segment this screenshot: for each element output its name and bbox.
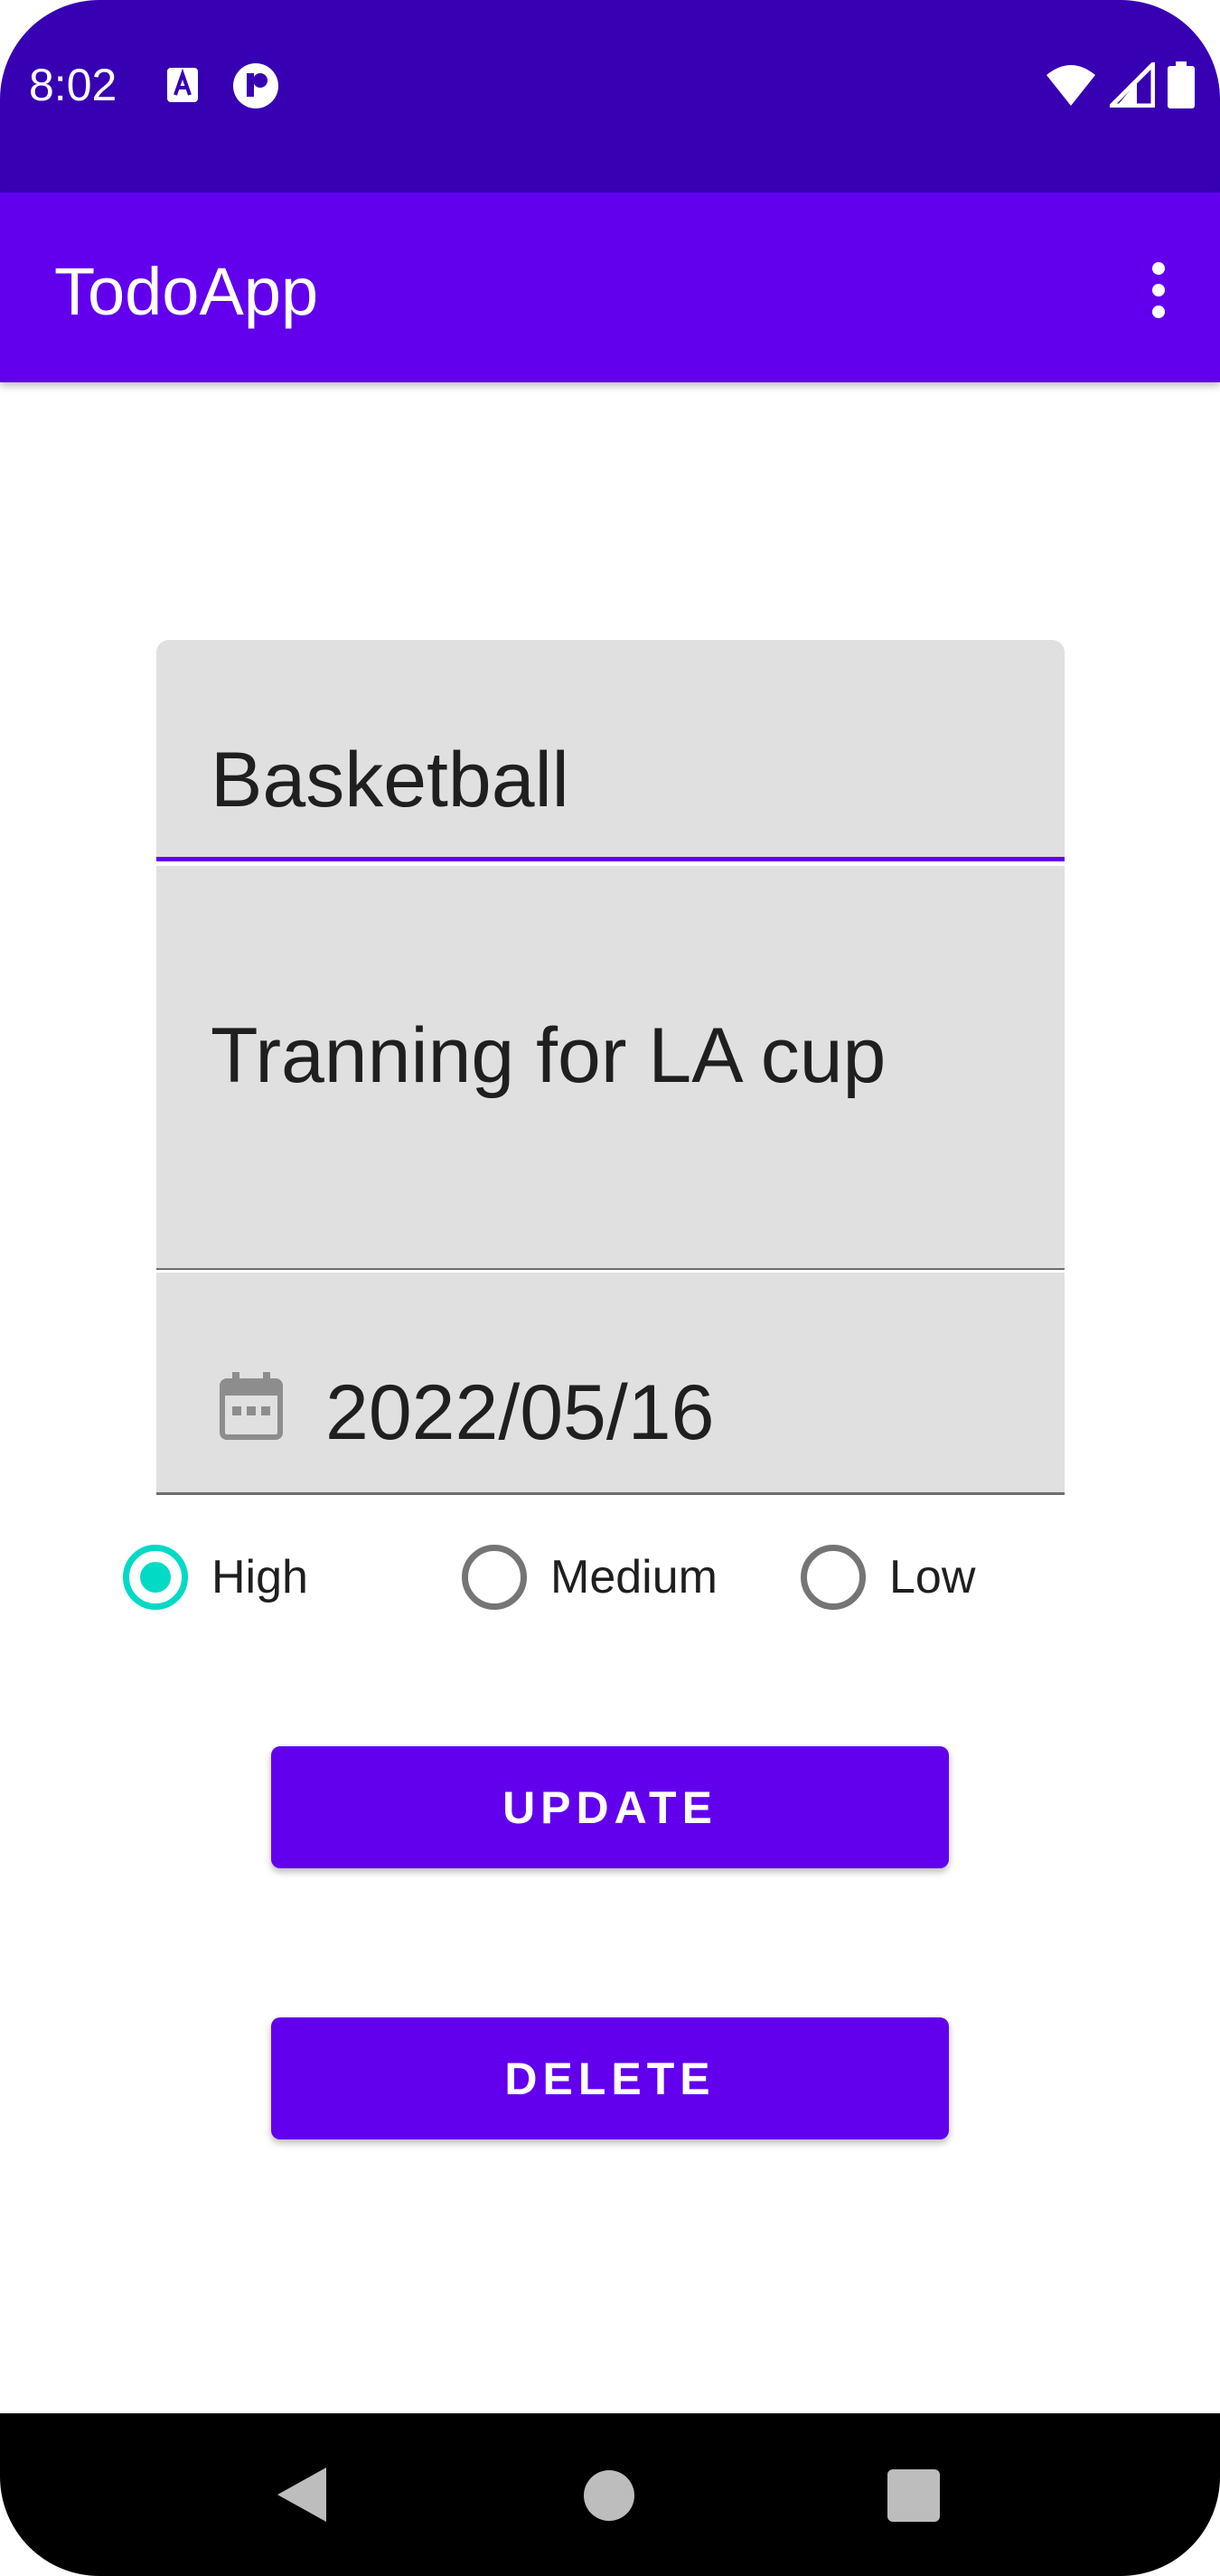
priority-label-high: High: [211, 1551, 308, 1603]
priority-radio-high[interactable]: High: [123, 1537, 308, 1618]
cell-signal-icon: [1110, 62, 1155, 108]
update-button[interactable]: UPDATE: [271, 1746, 949, 1868]
priority-radio-low[interactable]: Low: [801, 1537, 975, 1618]
priority-label-low: Low: [889, 1551, 976, 1603]
app-title: TodoApp: [54, 254, 319, 329]
status-icons: [1045, 56, 1195, 114]
date-field-value: 2022/05/16: [325, 1369, 715, 1456]
recents-icon[interactable]: [887, 2469, 940, 2522]
description-field-value: Tranning for LA cup: [211, 1012, 887, 1099]
radio-checked-icon: [123, 1545, 188, 1610]
title-field-value: Basketball: [211, 737, 569, 823]
menu-dot: [1152, 262, 1165, 275]
status-time: 8:02: [29, 60, 117, 110]
wifi-icon: [1046, 65, 1095, 106]
calendar-icon: [220, 1372, 283, 1440]
home-icon[interactable]: [584, 2470, 634, 2521]
device-screen: 8:02 TodoApp Basketball Tranning for LA …: [0, 0, 1220, 2576]
delete-button[interactable]: DELETE: [271, 2017, 949, 2139]
battery-icon: [1168, 61, 1195, 108]
date-field[interactable]: 2022/05/16: [156, 1273, 1065, 1495]
app-bar: TodoApp: [0, 193, 1220, 382]
radio-unchecked-icon: [462, 1545, 527, 1610]
back-icon[interactable]: [274, 2466, 328, 2524]
menu-dot: [1152, 284, 1165, 296]
priority-label-medium: Medium: [550, 1551, 718, 1603]
radio-unchecked-icon: [801, 1545, 866, 1610]
accessibility-a-icon: [167, 68, 198, 102]
title-field[interactable]: Basketball: [156, 640, 1065, 861]
status-bar: 8:02: [0, 0, 1220, 193]
priority-radio-medium[interactable]: Medium: [462, 1537, 718, 1618]
menu-dot: [1152, 306, 1165, 318]
app-notification-icon: [233, 63, 278, 108]
description-field[interactable]: Tranning for LA cup: [156, 866, 1065, 1270]
overflow-menu-icon[interactable]: [1122, 254, 1195, 326]
navigation-bar: [0, 2413, 1220, 2576]
